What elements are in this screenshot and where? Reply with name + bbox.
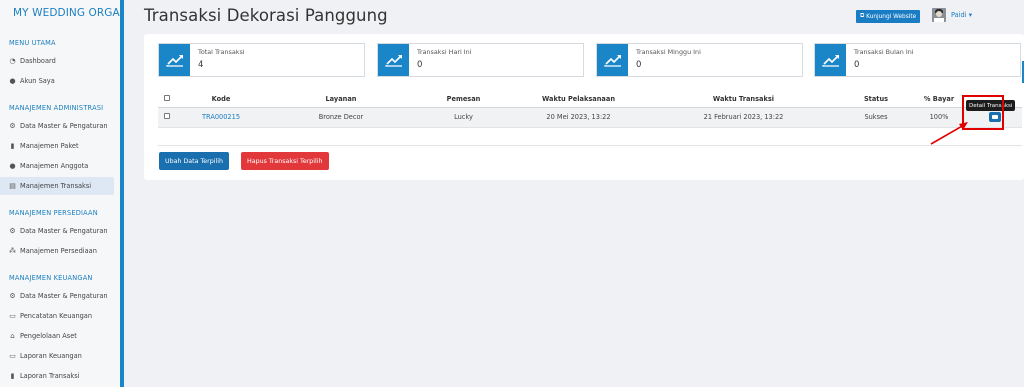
trend-up-icon — [159, 44, 190, 76]
sidebar-item-label: Laporan Keuangan — [20, 352, 82, 360]
sidebar-item-data-master-keuangan[interactable]: ⚙ Data Master & Pengaturan — [0, 287, 114, 305]
divider — [158, 145, 1022, 146]
stat-label: Transaksi Bulan Ini — [854, 48, 914, 56]
drive-icon: ⌂ — [10, 332, 15, 340]
trend-up-icon — [597, 44, 628, 76]
stat-value: 0 — [854, 60, 860, 70]
sidebar-item-pencatatan-keuangan[interactable]: ▭ Pencatatan Keuangan — [0, 307, 114, 325]
user-menu[interactable]: Paidi ▾ — [951, 11, 972, 19]
column-header-status[interactable]: Status — [841, 91, 911, 108]
stat-transaksi-minggu-ini: Transaksi Minggu Ini 0 — [596, 43, 803, 77]
stat-transaksi-hari-ini: Transaksi Hari Ini 0 — [377, 43, 584, 77]
book-icon: ▮ — [10, 372, 15, 380]
section-title-administrasi: MANAJEMEN ADMINISTRASI — [9, 104, 104, 112]
section-title-persediaan: MANAJEMEN PERSEDIAAN — [9, 209, 98, 217]
stat-label: Transaksi Minggu Ini — [636, 48, 701, 56]
stat-label: Total Transaksi — [198, 48, 245, 56]
sidebar-item-manajemen-transaksi[interactable]: ▤ Manajemen Transaksi — [0, 177, 114, 195]
stat-value: 4 — [198, 60, 204, 70]
gears-icon: ⚙ — [9, 292, 16, 300]
section-title-menu-utama: MENU UTAMA — [9, 39, 56, 47]
cell-waktu-transaksi: 21 Februari 2023, 13:22 — [646, 107, 841, 128]
money-icon: ▭ — [9, 352, 16, 360]
cell-kode[interactable]: TRA000215 — [176, 107, 266, 128]
sidebar-item-label: Dashboard — [20, 57, 56, 65]
sidebar-item-label: Manajemen Transaksi — [20, 182, 92, 190]
sidebar: MY WEDDING ORGAN MENU UTAMA ◔ Dashboard … — [0, 0, 124, 387]
cell-layanan: Bronze Decor — [266, 107, 416, 128]
gears-icon: ⚙ — [9, 122, 16, 130]
external-link-icon: ⧉ — [860, 13, 865, 19]
sidebar-item-label: Manajemen Anggota — [20, 162, 89, 170]
section-title-keuangan: MANAJEMEN KEUANGAN — [9, 274, 93, 282]
sidebar-item-laporan-keuangan[interactable]: ▭ Laporan Keuangan — [0, 347, 114, 365]
cell-waktu-pelaksanaan: 20 Mei 2023, 13:22 — [511, 107, 646, 128]
column-header-waktu-transaksi[interactable]: Waktu Transaksi — [646, 91, 841, 108]
select-all-header[interactable] — [158, 91, 176, 108]
row-checkbox[interactable] — [164, 113, 170, 119]
trend-up-icon — [378, 44, 409, 76]
stat-value: 0 — [636, 60, 642, 70]
users-icon: ● — [9, 162, 16, 170]
stat-total-transaksi: Total Transaksi 4 — [158, 43, 365, 77]
sidebar-item-label: Manajemen Persediaan — [20, 247, 97, 255]
sidebar-item-manajemen-paket[interactable]: ▮ Manajemen Paket — [0, 137, 114, 155]
money-icon: ▭ — [9, 312, 16, 320]
table-header-row: Kode Layanan Pemesan Waktu Pelaksanaan W… — [158, 91, 1022, 108]
page-title: Transaksi Dekorasi Panggung — [144, 6, 388, 25]
column-header-waktu-pelaksanaan[interactable]: Waktu Pelaksanaan — [511, 91, 646, 108]
column-header-layanan[interactable]: Layanan — [266, 91, 416, 108]
stat-value: 0 — [417, 60, 423, 70]
sidebar-item-label: Pencatatan Keuangan — [20, 312, 93, 320]
table-row: TRA000215 Bronze Decor Lucky 20 Mei 2023… — [158, 107, 1022, 128]
sidebar-item-manajemen-persediaan[interactable]: ⁂ Manajemen Persediaan — [0, 242, 114, 260]
visit-website-button[interactable]: ⧉ Kunjungi Website — [856, 10, 921, 23]
kode-link[interactable]: TRA000215 — [202, 113, 240, 121]
book-icon: ▮ — [10, 142, 15, 150]
cell-status: Sukses — [841, 107, 911, 128]
annotation-arrow-icon — [930, 122, 968, 145]
brand-name: MY WEDDING ORGAN — [13, 7, 120, 19]
sidebar-item-data-master-persediaan[interactable]: ⚙ Data Master & Pengaturan — [0, 222, 114, 240]
transactions-table: Kode Layanan Pemesan Waktu Pelaksanaan W… — [158, 91, 1022, 128]
delete-selected-button[interactable]: Hapus Transaksi Terpilih — [241, 152, 329, 170]
caret-down-icon: ▾ — [968, 11, 972, 19]
username: Paidi — [951, 11, 967, 19]
gears-icon: ⚙ — [9, 227, 16, 235]
stat-label: Transaksi Hari Ini — [417, 48, 472, 56]
sidebar-item-data-master[interactable]: ⚙ Data Master & Pengaturan — [0, 117, 114, 135]
sidebar-item-label: Data Master & Pengaturan — [20, 227, 108, 235]
trend-up-icon — [815, 44, 846, 76]
sidebar-item-label: Pengelolaan Aset — [20, 332, 77, 340]
avatar[interactable] — [932, 8, 946, 22]
column-header-bayar[interactable]: % Bayar — [911, 91, 967, 108]
row-select-cell[interactable] — [158, 107, 176, 128]
cart-icon: ▤ — [9, 182, 16, 190]
sidebar-item-akun-saya[interactable]: ● Akun Saya — [0, 72, 114, 90]
update-selected-button[interactable]: Ubah Data Terpilih — [159, 152, 229, 170]
cell-pemesan: Lucky — [416, 107, 511, 128]
sidebar-item-label: Data Master & Pengaturan — [20, 122, 108, 130]
sidebar-item-laporan-transaksi[interactable]: ▮ Laporan Transaksi — [0, 367, 114, 385]
select-all-checkbox[interactable] — [164, 94, 170, 101]
user-icon: ● — [9, 77, 16, 85]
sidebar-item-label: Akun Saya — [20, 77, 55, 85]
sidebar-item-label: Laporan Transaksi — [20, 372, 80, 380]
visit-website-label: Kunjungi Website — [866, 13, 917, 20]
stat-transaksi-bulan-ini: Transaksi Bulan Ini 0 — [814, 43, 1021, 77]
sidebar-item-manajemen-anggota[interactable]: ● Manajemen Anggota — [0, 157, 114, 175]
brand[interactable]: MY WEDDING ORGAN — [0, 0, 120, 26]
sidebar-item-dashboard[interactable]: ◔ Dashboard — [0, 52, 114, 70]
sidebar-item-label: Data Master & Pengaturan — [20, 292, 108, 300]
column-header-pemesan[interactable]: Pemesan — [416, 91, 511, 108]
sidebar-item-label: Manajemen Paket — [20, 142, 79, 150]
dashboard-icon: ◔ — [9, 57, 16, 65]
cubes-icon: ⁂ — [9, 247, 16, 255]
column-header-kode[interactable]: Kode — [176, 91, 266, 108]
sidebar-item-pengelolaan-aset[interactable]: ⌂ Pengelolaan Aset — [0, 327, 114, 345]
